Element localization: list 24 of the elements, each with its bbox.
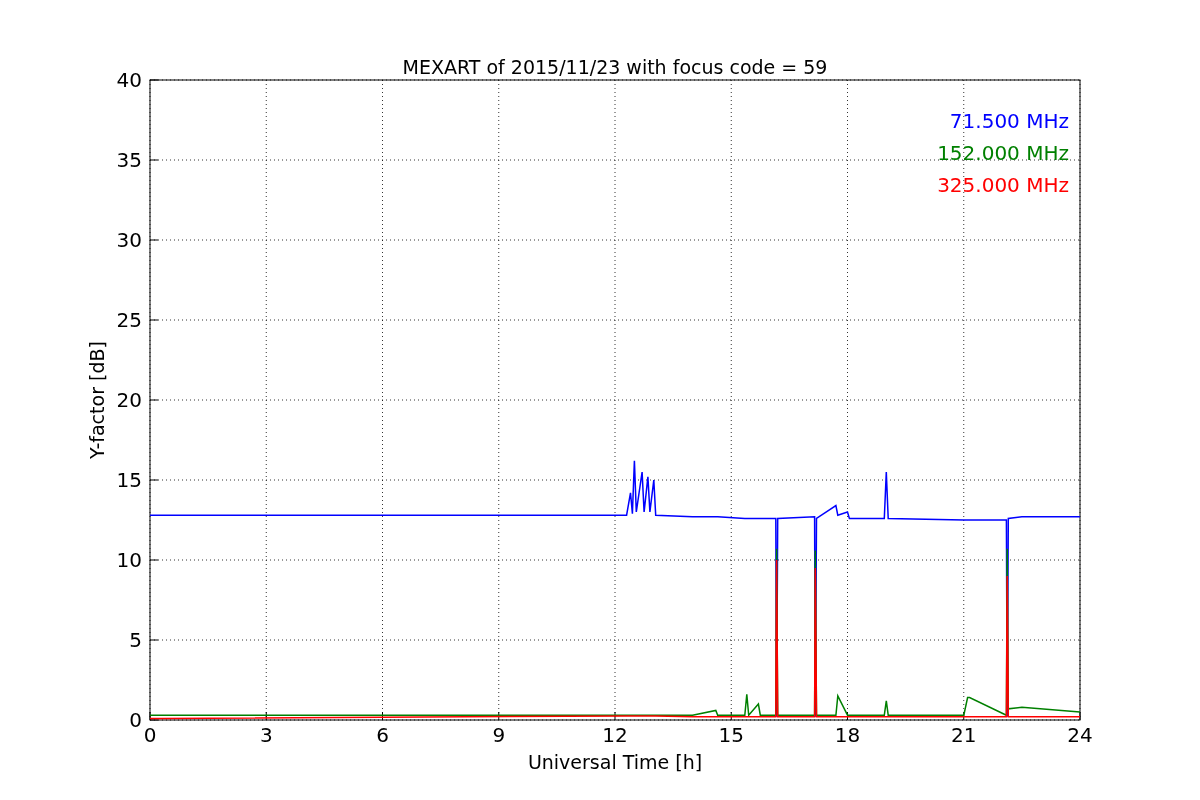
- y-tick-label: 25: [116, 308, 142, 332]
- x-axis-label: Universal Time [h]: [527, 751, 703, 773]
- y-tick-label: 15: [116, 468, 142, 492]
- x-tick-label: 6: [376, 723, 389, 747]
- x-tick-label: 12: [602, 723, 628, 747]
- legend-label: 325.000 MHz: [937, 173, 1069, 197]
- y-tick-label: 40: [116, 68, 142, 92]
- y-tick-label: 5: [129, 628, 142, 652]
- y-tick-label: 0: [129, 708, 142, 732]
- y-axis-label: Y-factor [dB]: [86, 341, 108, 459]
- y-tick-label: 35: [116, 148, 142, 172]
- x-tick-label: 0: [143, 723, 157, 747]
- x-tick-label: 3: [259, 723, 273, 747]
- chart-title: MEXART of 2015/11/23 with focus code = 59: [402, 56, 828, 78]
- x-tick-label: 15: [718, 723, 744, 747]
- y-tick-label: 10: [116, 548, 142, 572]
- legend-label: 71.500 MHz: [949, 109, 1069, 133]
- x-tick-label: 18: [834, 723, 861, 747]
- x-tick-label: 24: [1067, 723, 1093, 747]
- y-tick-label: 20: [116, 388, 142, 412]
- legend-label: 152.000 MHz: [937, 141, 1069, 165]
- y-tick-label: 30: [116, 228, 142, 252]
- x-tick-label: 21: [951, 723, 977, 747]
- x-tick-label: 9: [492, 723, 506, 747]
